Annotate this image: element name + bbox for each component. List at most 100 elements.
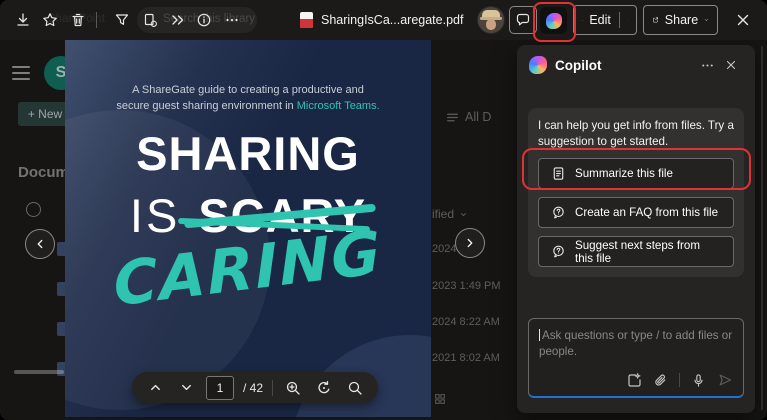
more-options-button[interactable] [218,6,246,34]
previous-page-button[interactable] [25,229,55,259]
suggestion-label: Summarize this file [575,167,673,180]
page-navigation-bar: / 42 [132,372,378,403]
next-page-button[interactable] [455,228,485,258]
copilot-panel: Copilot I can help you get info from fil… [517,45,755,413]
chat-question-icon [551,244,566,259]
row-timestamp: 2021 8:02 AM [432,352,500,364]
page-total-label: / 42 [243,381,263,395]
more-horizontal-icon [700,58,715,73]
chevron-down-icon[interactable] [704,15,709,25]
teams-accent-text: Microsoft Teams. [297,100,380,112]
share-label: Share [665,13,698,27]
copilot-logo-icon [529,56,547,74]
search-in-document-button[interactable] [344,377,366,399]
row-timestamp: 2023 1:49 PM [432,280,501,292]
chevron-down-icon [179,380,194,395]
chevron-down-icon[interactable] [627,15,628,25]
file-title: SharingIsCa...aregate.pdf [300,0,463,40]
trash-icon [70,12,86,28]
copilot-more-options-button[interactable] [695,53,719,77]
pages-icon [142,12,158,28]
download-icon [15,12,31,28]
double-chevron-right-icon [170,12,186,28]
copilot-panel-header: Copilot [517,45,755,85]
window-scrollbar[interactable] [761,46,763,410]
share-icon [652,13,659,27]
page-number-input[interactable] [206,376,234,400]
suggestion-summarize-file[interactable]: Summarize this file [538,158,734,189]
divider [96,12,97,28]
user-avatar[interactable] [477,6,505,34]
list-lines-icon [446,111,459,124]
pdf-file-icon [300,12,313,28]
pencil-icon [582,14,583,27]
copilot-intro-text: I can help you get info from files. Try … [538,118,734,149]
prompt-library-icon[interactable] [626,372,642,388]
attach-file-icon[interactable] [653,373,668,388]
divider [679,373,680,387]
pdf-preview-window: S + New Documents All D ified 2024 2023 … [0,0,767,420]
row-timestamp: 2024 8:22 AM [432,316,500,328]
page-up-button[interactable] [144,377,166,399]
slide-title-sharing: SHARING [65,126,431,181]
copilot-input-toolbar [626,372,733,388]
summarize-document-icon [551,166,566,181]
microphone-icon[interactable] [691,373,706,388]
delete-button[interactable] [64,6,92,34]
file-name-label: SharingIsCa...aregate.pdf [321,13,463,27]
copilot-message-bubble: I can help you get info from files. Try … [528,108,744,277]
zoom-in-button[interactable] [282,377,304,399]
slide-word-is: IS [130,188,180,243]
copilot-panel-title: Copilot [555,58,602,73]
suggestion-create-faq[interactable]: Create an FAQ from this file [538,197,734,228]
copilot-input-placeholder: Ask questions or type / to add files or … [539,328,733,360]
edit-label: Edit [589,13,611,27]
search-icon [347,380,363,396]
rotate-icon [316,380,332,396]
edit-button[interactable]: Edit [573,5,637,35]
copilot-toolbar-button[interactable] [540,7,567,34]
close-icon [735,12,751,28]
chevron-left-icon [33,237,47,251]
suggestion-label: Create an FAQ from this file [575,206,718,219]
select-all-circle-background [26,202,41,217]
preview-toolbar: SharePoint Search this library [0,0,767,40]
filter-button[interactable] [108,6,136,34]
pdf-page: A ShareGate guide to creating a producti… [65,40,431,417]
suggestion-next-steps[interactable]: Suggest next steps from this file [538,236,734,267]
filter-icon [114,12,130,28]
grid-view-icon [433,392,447,406]
page-down-button[interactable] [175,377,197,399]
copilot-logo-icon [546,13,562,29]
chat-question-icon [551,205,566,220]
skip-forward-button[interactable] [164,6,192,34]
comments-button[interactable] [509,6,537,34]
slide-subtitle-line1: A ShareGate guide to creating a producti… [65,82,431,98]
copy-pages-button[interactable] [136,6,164,34]
modified-column-header-background: ified [432,207,468,221]
zoom-in-icon [285,380,301,396]
horizontal-scrollbar-background [14,370,64,374]
close-icon [724,58,738,72]
download-button[interactable] [9,6,37,34]
chevron-up-icon [148,380,163,395]
row-timestamp: 2024 [432,243,456,255]
slide-subtitle: A ShareGate guide to creating a producti… [65,82,431,114]
comment-icon [515,12,531,28]
slide-subtitle-line2: secure guest sharing environment in Micr… [65,98,431,114]
view-selector-background: All D [446,110,491,124]
info-button[interactable] [190,6,218,34]
share-button[interactable]: Share [643,5,718,35]
rotate-button[interactable] [313,377,335,399]
new-button-background: + New [18,102,72,126]
copilot-close-button[interactable] [719,53,743,77]
info-icon [196,12,212,28]
chevron-right-icon [463,236,477,250]
close-preview-button[interactable] [729,6,757,34]
hamburger-menu-icon [12,62,30,84]
favorite-button[interactable] [36,6,64,34]
send-icon[interactable] [717,372,733,388]
more-horizontal-icon [224,12,240,28]
star-icon [42,12,58,28]
copilot-chat-input[interactable]: Ask questions or type / to add files or … [528,318,744,398]
